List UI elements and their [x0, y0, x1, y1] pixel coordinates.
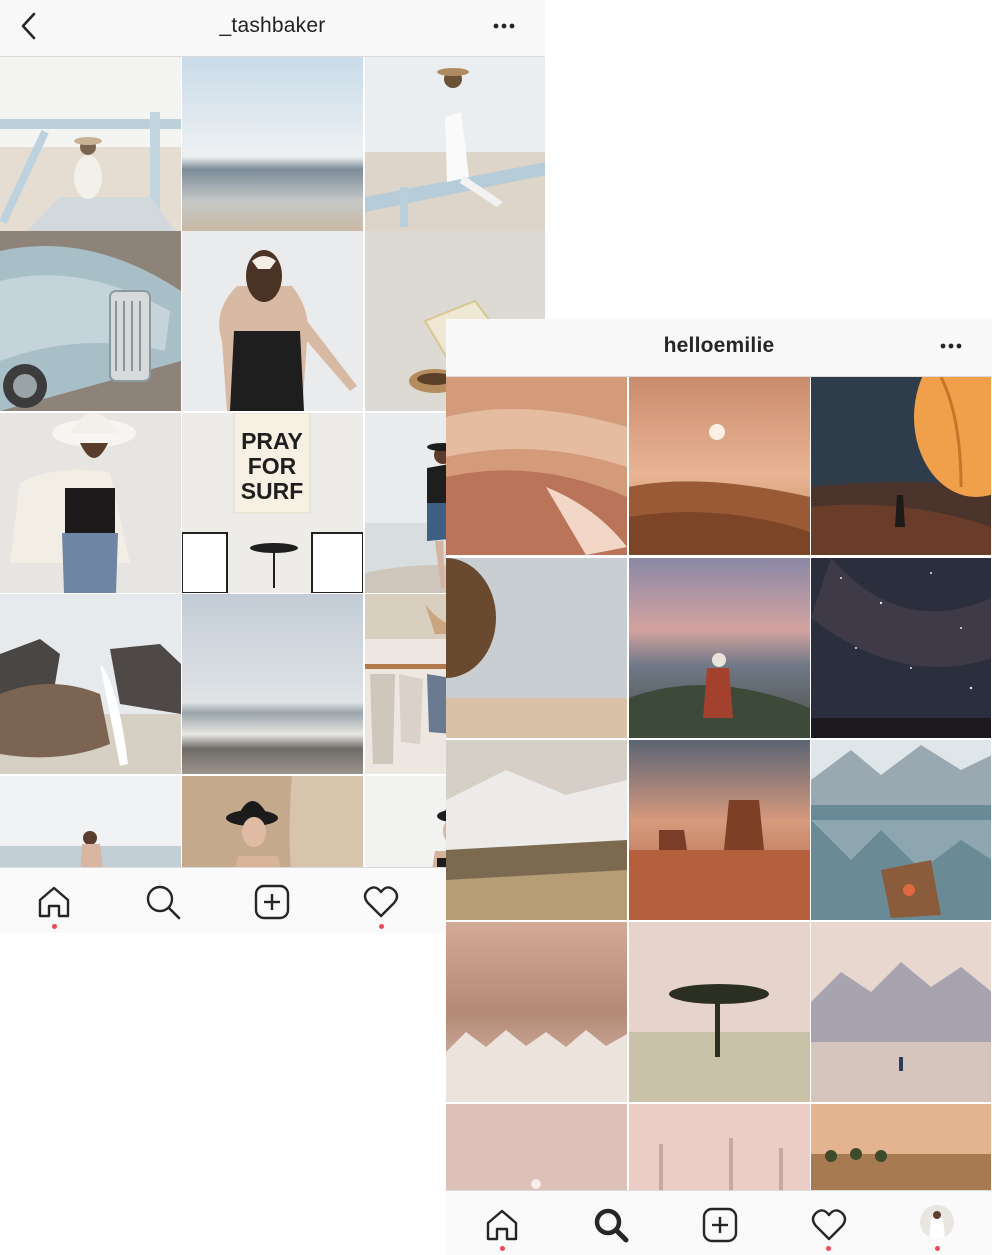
- post-thumbnail[interactable]: [365, 57, 545, 238]
- activity-heart-icon[interactable]: [361, 882, 401, 922]
- post-thumbnail[interactable]: [0, 231, 181, 411]
- post-thumbnail[interactable]: [182, 594, 363, 774]
- post-thumbnail[interactable]: [446, 377, 627, 555]
- post-thumbnail[interactable]: [0, 57, 181, 238]
- activity-notification-dot: [826, 1246, 831, 1251]
- post-thumbnail[interactable]: [811, 922, 991, 1102]
- post-thumbnail[interactable]: [446, 558, 627, 738]
- post-thumbnail[interactable]: [446, 740, 627, 920]
- post-thumbnail[interactable]: [182, 776, 363, 867]
- post-thumbnail[interactable]: [629, 922, 810, 1102]
- post-thumbnail[interactable]: [629, 1104, 810, 1190]
- profile-avatar[interactable]: [920, 1205, 954, 1239]
- search-icon[interactable]: [591, 1205, 631, 1245]
- bottom-tab-bar: [446, 1190, 992, 1255]
- post-thumbnail[interactable]: [811, 740, 991, 920]
- post-thumbnail[interactable]: [629, 558, 810, 738]
- post-thumbnail[interactable]: [811, 558, 991, 738]
- profile-username: helloemilie: [663, 334, 775, 357]
- more-options-icon[interactable]: [489, 14, 519, 38]
- home-icon[interactable]: [34, 882, 74, 922]
- post-thumbnail[interactable]: [811, 1104, 991, 1190]
- post-thumbnail[interactable]: [0, 776, 181, 867]
- post-grid: [446, 377, 991, 1190]
- profile-screen-helloemilie: helloemilie: [446, 319, 992, 1255]
- post-thumbnail[interactable]: [182, 57, 363, 238]
- home-icon[interactable]: [482, 1205, 522, 1245]
- profile-header: _tashbaker: [0, 0, 545, 57]
- post-thumbnail[interactable]: [446, 1104, 627, 1190]
- profile-notification-dot: [935, 1246, 940, 1251]
- post-thumbnail[interactable]: PRAY FOR SURF: [182, 413, 363, 593]
- poster-line-1: PRAY: [241, 428, 303, 454]
- more-options-icon[interactable]: [936, 334, 966, 358]
- new-post-icon[interactable]: [700, 1205, 740, 1245]
- post-thumbnail[interactable]: [0, 594, 181, 774]
- post-thumbnail[interactable]: [0, 413, 181, 593]
- post-thumbnail[interactable]: [629, 377, 810, 555]
- poster-line-2: FOR: [248, 453, 297, 479]
- activity-heart-icon[interactable]: [809, 1205, 849, 1245]
- post-thumbnail[interactable]: [182, 231, 363, 411]
- post-thumbnail[interactable]: [811, 377, 991, 555]
- poster-line-3: SURF: [241, 478, 304, 504]
- home-notification-dot: [500, 1246, 505, 1251]
- home-notification-dot: [52, 924, 57, 929]
- post-thumbnail[interactable]: [446, 922, 627, 1102]
- post-thumbnail[interactable]: [629, 740, 810, 920]
- activity-notification-dot: [379, 924, 384, 929]
- profile-username: _tashbaker: [219, 14, 326, 37]
- new-post-icon[interactable]: [252, 882, 292, 922]
- search-icon[interactable]: [143, 882, 183, 922]
- profile-header: helloemilie: [446, 319, 992, 377]
